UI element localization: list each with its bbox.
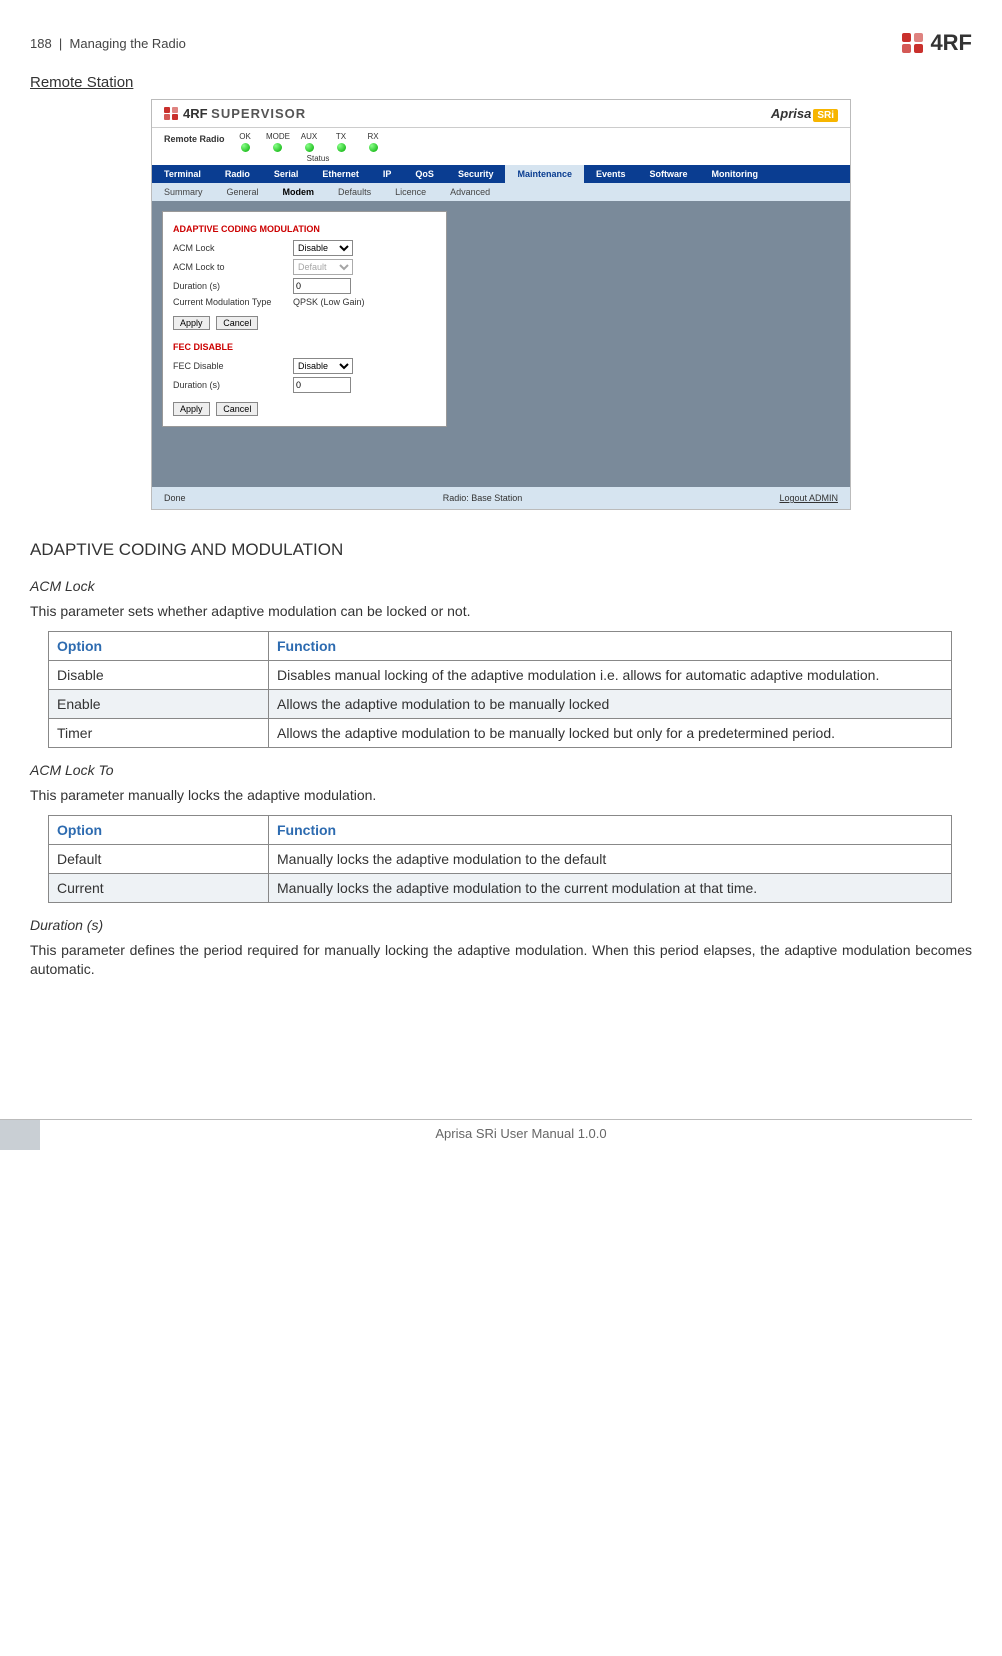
subtab-general[interactable]: General bbox=[215, 183, 271, 201]
fec-disable-select[interactable]: Disable bbox=[293, 358, 353, 374]
remote-radio-label: Remote Radio bbox=[164, 132, 234, 144]
fec-duration-input[interactable] bbox=[293, 377, 351, 393]
duration-desc: This parameter defines the period requir… bbox=[30, 941, 972, 979]
table-row: Enable Allows the adaptive modulation to… bbox=[49, 689, 952, 718]
tab-events[interactable]: Events bbox=[584, 165, 638, 183]
duration-label: Duration (s) bbox=[173, 281, 293, 291]
subtab-defaults[interactable]: Defaults bbox=[326, 183, 383, 201]
acm-lock-to-label: ACM Lock to bbox=[173, 262, 293, 272]
acm-lock-title: ACM Lock bbox=[30, 578, 972, 594]
tab-security[interactable]: Security bbox=[446, 165, 506, 183]
led-mode-icon bbox=[273, 143, 282, 152]
tab-ethernet[interactable]: Ethernet bbox=[310, 165, 371, 183]
breadcrumb: Managing the Radio bbox=[70, 36, 186, 51]
acm-lock-to-title: ACM Lock To bbox=[30, 762, 972, 778]
led-aux-icon bbox=[305, 143, 314, 152]
subtab-licence[interactable]: Licence bbox=[383, 183, 438, 201]
subtab-summary[interactable]: Summary bbox=[152, 183, 215, 201]
led-tx-icon bbox=[337, 143, 346, 152]
acm-lock-to-table: Option Function Default Manually locks t… bbox=[48, 815, 952, 903]
col-option: Option bbox=[49, 631, 269, 660]
apply-button[interactable]: Apply bbox=[173, 316, 210, 330]
acm-lock-to-select[interactable]: Default bbox=[293, 259, 353, 275]
page-header-left: 188 | Managing the Radio bbox=[30, 36, 186, 51]
logo-dots-icon bbox=[902, 33, 924, 53]
col-option: Option bbox=[49, 815, 269, 844]
tab-maintenance[interactable]: Maintenance bbox=[505, 165, 584, 183]
acm-lock-to-desc: This parameter manually locks the adapti… bbox=[30, 786, 972, 805]
subtab-modem[interactable]: Modem bbox=[271, 183, 327, 201]
acm-section-title: ADAPTIVE CODING MODULATION bbox=[173, 224, 436, 234]
tab-terminal[interactable]: Terminal bbox=[152, 165, 213, 183]
tab-radio[interactable]: Radio bbox=[213, 165, 262, 183]
supervisor-screenshot: 4RF SUPERVISOR AprisaSRi Remote Radio OK… bbox=[151, 99, 851, 510]
logo-4rf: 4RF bbox=[902, 30, 972, 56]
led-ok-icon bbox=[241, 143, 250, 152]
cancel-button[interactable]: Cancel bbox=[216, 402, 258, 416]
section-remote-station: Remote Station bbox=[30, 74, 972, 91]
logo-dots-icon bbox=[164, 107, 179, 120]
duration-title: Duration (s) bbox=[30, 917, 972, 933]
aprisa-badge: AprisaSRi bbox=[771, 106, 838, 121]
fec-disable-label: FEC Disable bbox=[173, 361, 293, 371]
acm-heading: ADAPTIVE CODING AND MODULATION bbox=[30, 540, 972, 560]
cmt-label: Current Modulation Type bbox=[173, 297, 293, 307]
status-leds: OK MODE AUX TX RX bbox=[234, 132, 384, 163]
footer-done: Done bbox=[164, 493, 186, 503]
cancel-button[interactable]: Cancel bbox=[216, 316, 258, 330]
nav-main: Terminal Radio Serial Ethernet IP QoS Se… bbox=[152, 165, 850, 183]
table-row: Disable Disables manual locking of the a… bbox=[49, 660, 952, 689]
footer-text: Aprisa SRi User Manual 1.0.0 bbox=[40, 1120, 1002, 1150]
duration-input[interactable] bbox=[293, 278, 351, 294]
footer-radio: Radio: Base Station bbox=[443, 493, 523, 503]
supervisor-logo: 4RF SUPERVISOR bbox=[164, 106, 306, 121]
tab-ip[interactable]: IP bbox=[371, 165, 404, 183]
table-row: Timer Allows the adaptive modulation to … bbox=[49, 718, 952, 747]
tab-monitoring[interactable]: Monitoring bbox=[700, 165, 771, 183]
footer-gray-block bbox=[0, 1120, 40, 1150]
table-row: Default Manually locks the adaptive modu… bbox=[49, 844, 952, 873]
acm-lock-desc: This parameter sets whether adaptive mod… bbox=[30, 602, 972, 621]
led-rx-icon bbox=[369, 143, 378, 152]
col-function: Function bbox=[269, 815, 952, 844]
status-label: Status bbox=[252, 154, 384, 163]
logo-text: 4RF bbox=[930, 30, 972, 56]
settings-panel: ADAPTIVE CODING MODULATION ACM Lock Disa… bbox=[162, 211, 447, 427]
acm-lock-select[interactable]: Disable bbox=[293, 240, 353, 256]
logout-link[interactable]: Logout ADMIN bbox=[779, 493, 838, 503]
acm-lock-label: ACM Lock bbox=[173, 243, 293, 253]
page-number: 188 bbox=[30, 36, 52, 51]
supervisor-text: SUPERVISOR bbox=[211, 106, 306, 121]
tab-qos[interactable]: QoS bbox=[403, 165, 446, 183]
col-function: Function bbox=[269, 631, 952, 660]
apply-button[interactable]: Apply bbox=[173, 402, 210, 416]
nav-sub: Summary General Modem Defaults Licence A… bbox=[152, 183, 850, 201]
acm-lock-table: Option Function Disable Disables manual … bbox=[48, 631, 952, 748]
screenshot-footer: Done Radio: Base Station Logout ADMIN bbox=[152, 487, 850, 509]
tab-serial[interactable]: Serial bbox=[262, 165, 311, 183]
table-row: Current Manually locks the adaptive modu… bbox=[49, 873, 952, 902]
tab-software[interactable]: Software bbox=[638, 165, 700, 183]
fec-duration-label: Duration (s) bbox=[173, 380, 293, 390]
cmt-value: QPSK (Low Gain) bbox=[293, 297, 365, 307]
fec-section-title: FEC DISABLE bbox=[173, 342, 436, 352]
subtab-advanced[interactable]: Advanced bbox=[438, 183, 502, 201]
